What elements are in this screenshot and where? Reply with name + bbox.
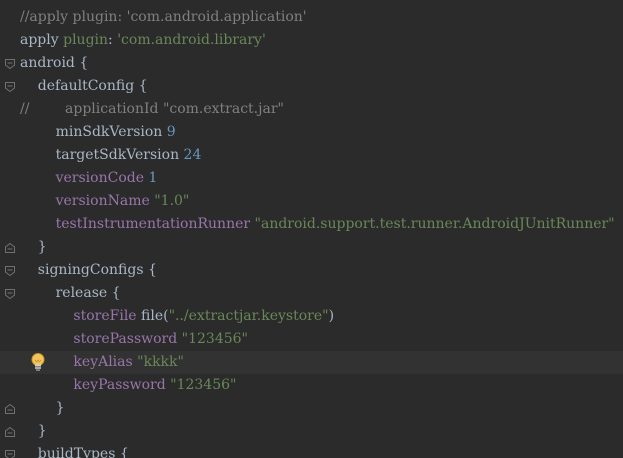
code-text: targetSdkVersion 24 — [20, 144, 202, 167]
code-token: versionCode — [55, 170, 144, 186]
code-token: ) — [328, 308, 335, 324]
code-line[interactable]: apply plugin: 'com.android.library' — [0, 29, 623, 52]
fold-close-icon[interactable] — [4, 242, 16, 254]
code-line[interactable]: // applicationId "com.extract.jar" — [0, 98, 623, 121]
code-text: } — [20, 420, 47, 443]
code-line[interactable]: defaultConfig { — [0, 75, 623, 98]
code-token: "android.support.test.runner.AndroidJUni… — [254, 216, 615, 232]
code-text: } — [20, 397, 65, 420]
code-line[interactable]: //apply plugin: 'com.android.application… — [0, 6, 623, 29]
code-token: buildTypes { — [20, 446, 129, 458]
code-editor[interactable]: //apply plugin: 'com.android.application… — [0, 0, 623, 458]
code-text: //apply plugin: 'com.android.application… — [20, 6, 307, 29]
code-line[interactable]: storeFile file("../extractjar.keystore") — [0, 305, 623, 328]
code-token: } — [20, 400, 65, 416]
code-text: signingConfigs { — [20, 259, 157, 282]
code-token: } — [20, 423, 47, 439]
code-token: "123456" — [170, 377, 237, 393]
code-token: "123456" — [181, 331, 248, 347]
code-token: storeFile — [73, 308, 137, 324]
code-text: release { — [20, 282, 121, 305]
code-token: storePassword — [73, 331, 178, 347]
code-token: android { — [20, 55, 89, 71]
code-text: testInstrumentationRunner "android.suppo… — [20, 213, 615, 236]
code-token: file( — [136, 308, 169, 324]
code-token: versionName — [55, 193, 150, 209]
code-text: } — [20, 236, 47, 259]
code-text: buildTypes { — [20, 443, 129, 458]
code-token: defaultConfig { — [20, 78, 148, 94]
code-line[interactable]: buildTypes { — [0, 443, 623, 458]
code-text: keyPassword "123456" — [20, 374, 236, 397]
code-text: defaultConfig { — [20, 75, 148, 98]
code-token: keyPassword — [73, 377, 166, 393]
code-token: "kkkk" — [137, 354, 184, 370]
code-token: 'com.android.library' — [117, 32, 266, 48]
code-token: plugin — [63, 32, 109, 48]
code-line[interactable]: versionCode 1 — [0, 167, 623, 190]
code-line[interactable]: signingConfigs { — [0, 259, 623, 282]
code-token: release { — [20, 285, 121, 301]
code-line[interactable]: keyPassword "123456" — [0, 374, 623, 397]
code-token: minSdkVersion — [20, 124, 167, 140]
code-token: "1.0" — [154, 193, 190, 209]
code-line[interactable]: versionName "1.0" — [0, 190, 623, 213]
code-token: 1 — [148, 170, 158, 186]
code-line[interactable]: release { — [0, 282, 623, 305]
code-line[interactable]: testInstrumentationRunner "android.suppo… — [0, 213, 623, 236]
code-text: storeFile file("../extractjar.keystore") — [20, 305, 334, 328]
code-line[interactable]: } — [0, 420, 623, 443]
code-token: keyAlias — [73, 354, 133, 370]
code-text: versionName "1.0" — [20, 190, 190, 213]
fold-close-icon[interactable] — [4, 403, 16, 415]
code-text: apply plugin: 'com.android.library' — [20, 29, 266, 52]
code-line[interactable]: targetSdkVersion 24 — [0, 144, 623, 167]
code-text: // applicationId "com.extract.jar" — [20, 98, 284, 121]
fold-open-icon[interactable] — [4, 449, 16, 458]
code-token: testInstrumentationRunner — [55, 216, 251, 232]
code-token: apply — [20, 32, 64, 48]
fold-open-icon[interactable] — [4, 81, 16, 93]
code-text: storePassword "123456" — [20, 328, 248, 351]
code-line[interactable]: minSdkVersion 9 — [0, 121, 623, 144]
code-line[interactable]: } — [0, 236, 623, 259]
code-text: minSdkVersion 9 — [20, 121, 176, 144]
code-token: //apply plugin: 'com.android.application… — [20, 9, 307, 25]
code-token: "../extractjar.keystore" — [168, 308, 329, 324]
code-token: signingConfigs { — [20, 262, 157, 278]
code-line[interactable]: android { — [0, 52, 623, 75]
code-token: } — [20, 239, 47, 255]
lightbulb-icon[interactable] — [29, 352, 47, 372]
code-token: 9 — [166, 124, 176, 140]
code-token: targetSdkVersion — [20, 147, 184, 163]
code-text: versionCode 1 — [20, 167, 158, 190]
code-token: // applicationId "com.extract.jar" — [20, 101, 284, 117]
code-line[interactable]: } — [0, 397, 623, 420]
fold-open-icon[interactable] — [4, 288, 16, 300]
code-line[interactable]: storePassword "123456" — [0, 328, 623, 351]
fold-open-icon[interactable] — [4, 265, 16, 277]
code-token: : — [108, 32, 118, 48]
fold-close-icon[interactable] — [4, 426, 16, 438]
code-text: android { — [20, 52, 88, 75]
code-token: 24 — [183, 147, 202, 163]
code-line[interactable]: keyAlias "kkkk" — [0, 351, 623, 374]
fold-open-icon[interactable] — [4, 58, 16, 70]
